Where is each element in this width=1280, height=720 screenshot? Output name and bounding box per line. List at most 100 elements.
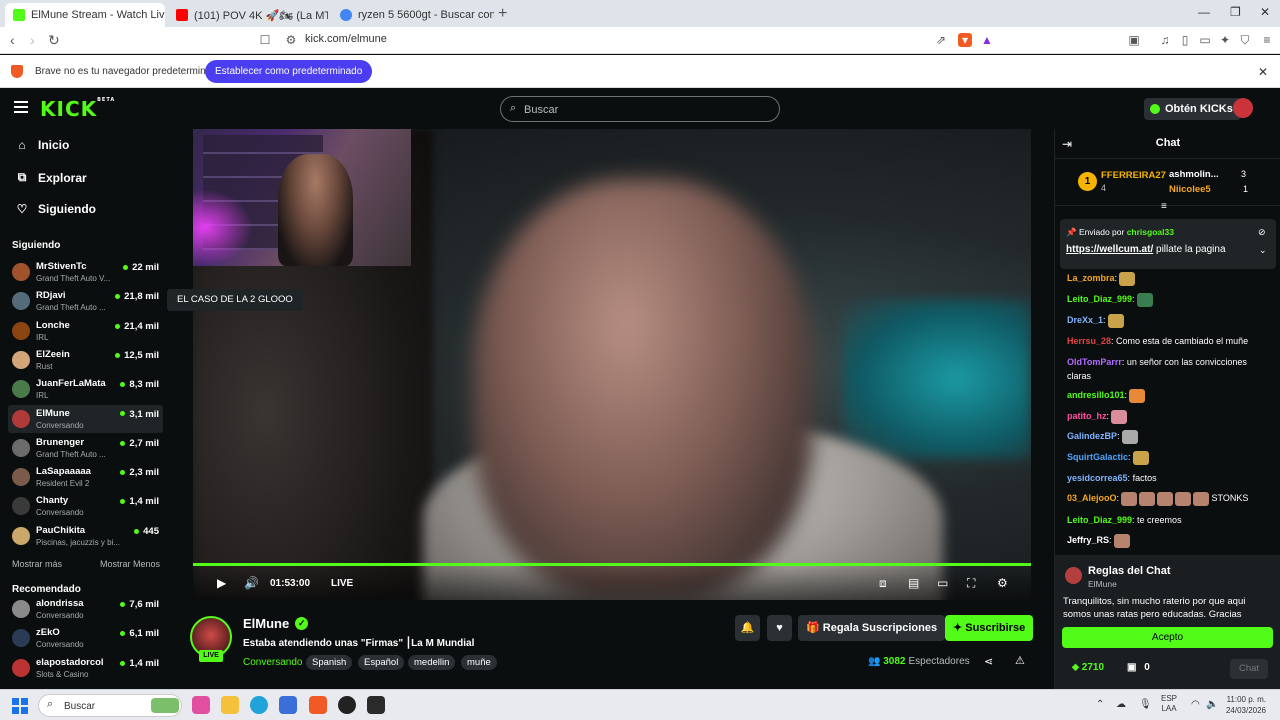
- send-chat-button[interactable]: Chat: [1230, 659, 1268, 679]
- sidebar-channel[interactable]: Chanty Conversando 1,4 mil: [8, 492, 163, 520]
- chat-username[interactable]: yesidcorrea65: [1067, 473, 1128, 483]
- language-indicator[interactable]: ESP LAA: [1161, 694, 1177, 714]
- url-field[interactable]: kick.com/elmune: [305, 33, 387, 45]
- browser-tab[interactable]: ryzen 5 5600gt - Buscar con Google: [332, 3, 494, 27]
- accept-rules-button[interactable]: Acepto: [1062, 627, 1273, 648]
- video-player[interactable]: ▶ 🔊 01:53:00 LIVE ⧈ ▤ ▭ ⛶ ⚙: [193, 129, 1031, 600]
- sidebar-channel[interactable]: ElMune Conversando 3,1 mil: [8, 404, 163, 433]
- sidebar-channel[interactable]: PauChikita Piscinas, jacuzzis y bi... 445: [8, 522, 163, 550]
- kick-logo[interactable]: KICKBETA: [40, 97, 115, 121]
- chat-username[interactable]: patito_hz: [1067, 411, 1107, 421]
- chat-username[interactable]: andresillo101: [1067, 390, 1125, 400]
- user-avatar[interactable]: [1233, 98, 1253, 118]
- epic-games-icon[interactable]: [367, 696, 385, 714]
- microphone-icon[interactable]: 🎙: [1139, 699, 1152, 710]
- theater-mode-icon[interactable]: ▭: [937, 576, 948, 590]
- sidebar-channel[interactable]: elapostadorcol Slots & Casino 1,4 mil: [8, 654, 163, 682]
- follow-heart-button[interactable]: ♥: [767, 615, 792, 641]
- play-icon[interactable]: ▶: [217, 576, 226, 590]
- share-icon[interactable]: ⇗: [934, 33, 948, 47]
- chat-username[interactable]: 03_AlejooO: [1067, 493, 1117, 503]
- bookmark-icon[interactable]: ☐: [258, 33, 272, 47]
- settings-gear-icon[interactable]: ⚙: [997, 576, 1008, 590]
- vpn-icon[interactable]: ⛉: [1238, 33, 1252, 47]
- nav-following[interactable]: ♡ Siguiendo: [15, 202, 96, 216]
- chat-username[interactable]: Jeffry_RS: [1067, 535, 1109, 545]
- live-indicator[interactable]: LIVE: [331, 578, 353, 589]
- drops-counter[interactable]: ▣ 0: [1127, 662, 1150, 673]
- sidebar-channel[interactable]: ElZeein Rust 12,5 mil: [8, 346, 163, 374]
- restore-icon[interactable]: ❐: [1230, 5, 1241, 19]
- reload-icon[interactable]: ↻: [48, 32, 60, 49]
- brave-shields-icon[interactable]: ▾: [958, 33, 972, 47]
- sidebar-channel[interactable]: alondrissa Conversando 7,6 mil: [8, 595, 163, 623]
- store-icon[interactable]: [279, 696, 297, 714]
- expand-pinned-chevron-icon[interactable]: ⌄: [1259, 245, 1267, 256]
- sidebar-channel[interactable]: Lonche IRL 21,4 mil: [8, 317, 163, 345]
- sidebar-channel[interactable]: JuanFerLaMata IRL 8,3 mil: [8, 375, 163, 403]
- browser-tab[interactable]: (101) POV 4K 🚀🏍 (La MT-09 c...: [168, 3, 328, 27]
- forward-icon[interactable]: ›: [30, 32, 35, 48]
- edge-icon[interactable]: [250, 696, 268, 714]
- pinned-link[interactable]: https://wellcum.at/: [1066, 244, 1153, 255]
- back-icon[interactable]: ‹: [10, 32, 15, 48]
- brave-rewards-icon[interactable]: ▲: [980, 33, 994, 47]
- chat-username[interactable]: Leito_Diaz_999: [1067, 294, 1132, 304]
- sidebar-toggle-icon[interactable]: ▣: [1127, 33, 1141, 47]
- menu-icon[interactable]: ≡: [1260, 33, 1274, 47]
- set-default-button[interactable]: Establecer como predeterminado: [205, 60, 373, 83]
- file-explorer-icon[interactable]: [221, 696, 239, 714]
- tag-pill[interactable]: medellin: [408, 655, 456, 670]
- reader-icon[interactable]: ▯: [1178, 33, 1192, 47]
- window-close-icon[interactable]: ✕: [1260, 5, 1270, 19]
- chat-username[interactable]: Leito_Diaz_999: [1067, 515, 1132, 525]
- hamburger-menu-icon[interactable]: [14, 101, 28, 113]
- tag-pill[interactable]: Español: [358, 655, 405, 670]
- unpin-icon[interactable]: ⊘: [1258, 227, 1266, 238]
- speaker-icon[interactable]: 🔈: [1206, 699, 1218, 710]
- browser-tab-active[interactable]: ElMune Stream - Watch Live on ✕: [5, 3, 165, 27]
- obs-icon[interactable]: [338, 696, 356, 714]
- channel-points[interactable]: ⬥ 2710: [1072, 662, 1104, 673]
- tray-chevron-icon[interactable]: ⌃: [1096, 699, 1104, 710]
- network-icon[interactable]: ☁: [1116, 699, 1126, 710]
- wifi-icon[interactable]: ◠: [1191, 699, 1200, 710]
- share-stream-icon[interactable]: ⋖: [984, 655, 993, 668]
- notification-bell-button[interactable]: 🔔: [735, 615, 760, 641]
- nav-home[interactable]: ⌂ Inicio: [15, 138, 69, 152]
- leo-ai-icon[interactable]: ✦: [1218, 33, 1232, 47]
- taskbar-search[interactable]: ⌕ Buscar: [38, 694, 182, 717]
- clip-icon[interactable]: ▤: [908, 576, 919, 590]
- get-kicks-button[interactable]: Obtén KICKs: [1144, 98, 1241, 120]
- search-input[interactable]: ⌕ Buscar: [500, 96, 780, 122]
- brave-taskbar-icon[interactable]: [309, 696, 327, 714]
- chat-username[interactable]: OldTomParrr: [1067, 357, 1122, 367]
- wallet-icon[interactable]: ▭: [1198, 33, 1212, 47]
- sidebar-channel[interactable]: Brunenger Grand Theft Auto ... 2,7 mil: [8, 434, 163, 462]
- sidebar-channel[interactable]: LaSapaaaaa Resident Evil 2 2,3 mil: [8, 463, 163, 491]
- gift-subs-button[interactable]: 🎁 Regala Suscripciones: [798, 615, 946, 641]
- chat-username[interactable]: SquirtGalactic: [1067, 452, 1128, 462]
- show-more-button[interactable]: Mostrar más: [12, 559, 62, 569]
- chat-username[interactable]: Herrsu_28: [1067, 336, 1111, 346]
- minimize-icon[interactable]: —: [1198, 5, 1210, 19]
- sidebar-channel[interactable]: MrStivenTc Grand Theft Auto V... 22 mil: [8, 258, 163, 286]
- sidebar-channel[interactable]: RDjavi Grand Theft Auto ... 21,8 mil: [8, 287, 163, 315]
- leader-name[interactable]: ashmolin...: [1169, 169, 1219, 180]
- leader-name[interactable]: Niicolee5: [1169, 184, 1211, 195]
- new-tab-icon[interactable]: +: [498, 5, 507, 23]
- nav-explore[interactable]: ⧉ Explorar: [15, 170, 87, 185]
- volume-icon[interactable]: 🔊: [244, 576, 259, 590]
- leader-name[interactable]: FFERREIRA27: [1101, 170, 1166, 181]
- miniplayer-icon[interactable]: ⧈: [879, 576, 887, 591]
- show-less-button[interactable]: Mostrar Menos: [100, 559, 160, 569]
- tag-pill[interactable]: Spanish: [306, 655, 353, 670]
- system-clock[interactable]: 11:00 p. m. 24/03/2026: [1222, 694, 1266, 716]
- tag-pill[interactable]: muñe: [461, 655, 497, 670]
- report-warning-icon[interactable]: ⚠: [1015, 654, 1025, 667]
- stream-category[interactable]: Conversando: [243, 657, 302, 668]
- copilot-icon[interactable]: [192, 696, 210, 714]
- subscribe-button[interactable]: ✦ Suscribirse: [945, 615, 1034, 641]
- expand-leaderboard-icon[interactable]: ≡: [1161, 201, 1167, 212]
- windows-start-icon[interactable]: [12, 698, 28, 714]
